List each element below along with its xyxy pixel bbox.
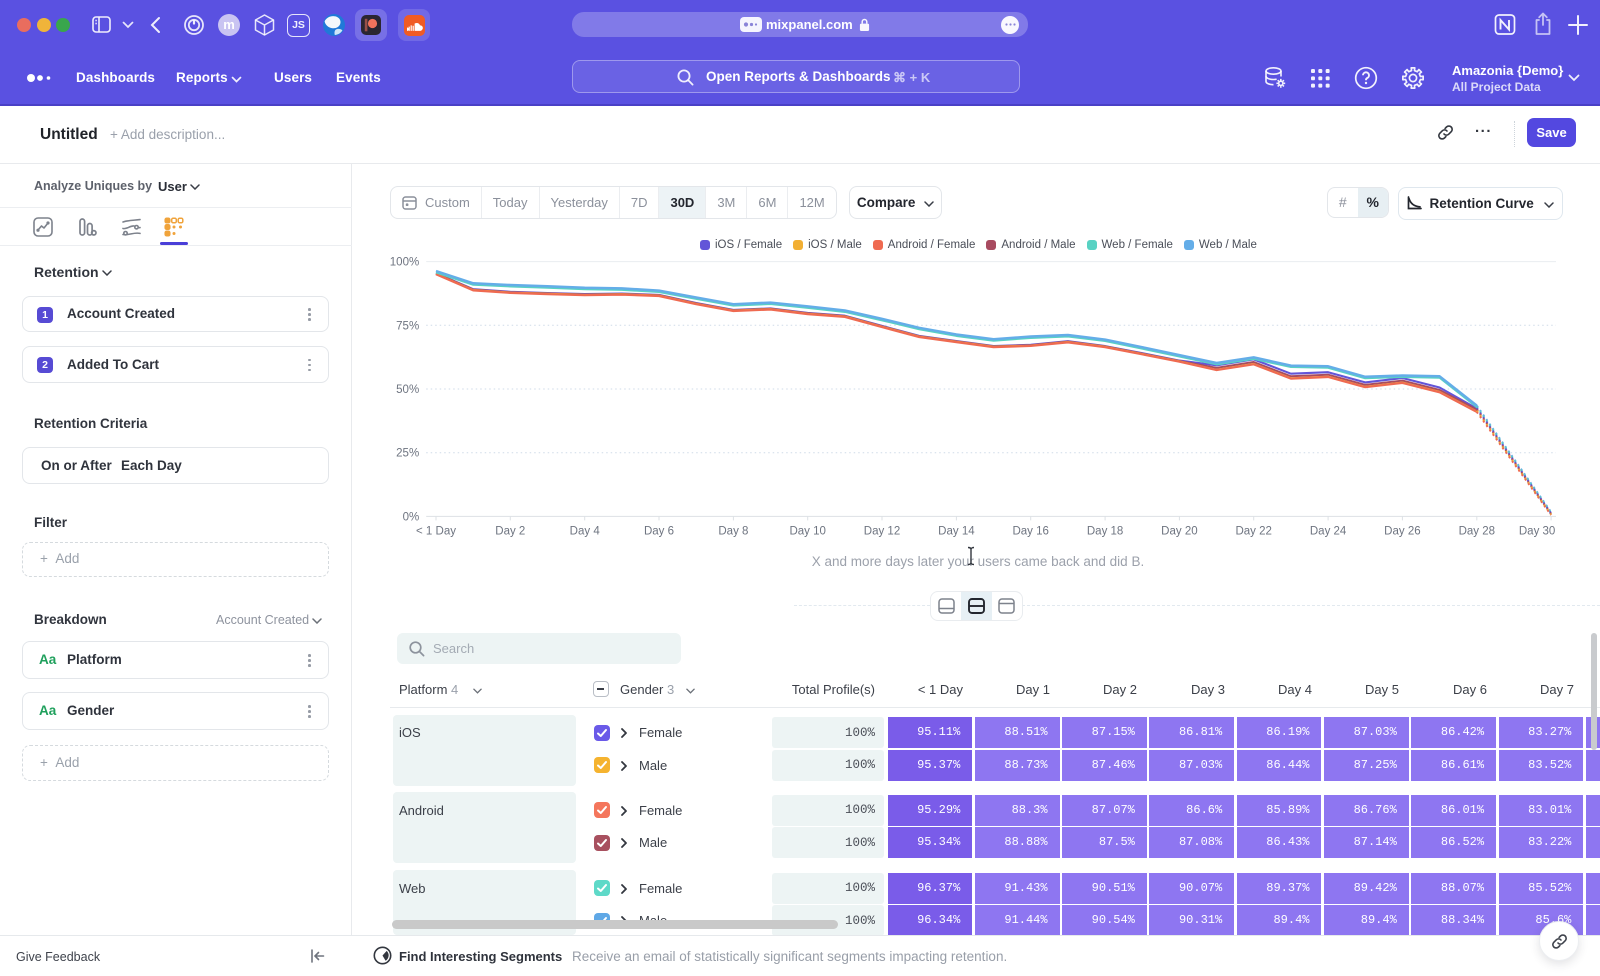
svg-text:Day 6: Day 6 xyxy=(644,525,674,537)
svg-text:25%: 25% xyxy=(396,448,419,460)
svg-text:Day 30: Day 30 xyxy=(1519,525,1555,537)
svg-text:Day 18: Day 18 xyxy=(1087,525,1123,537)
svg-text:Day 16: Day 16 xyxy=(1012,525,1048,537)
svg-text:Day 28: Day 28 xyxy=(1459,525,1495,537)
svg-text:Day 12: Day 12 xyxy=(864,525,900,537)
svg-text:75%: 75% xyxy=(396,320,419,332)
svg-text:Day 20: Day 20 xyxy=(1161,525,1197,537)
svg-text:50%: 50% xyxy=(396,384,419,396)
svg-text:Day 24: Day 24 xyxy=(1310,525,1347,537)
svg-text:100%: 100% xyxy=(390,257,419,269)
svg-text:< 1 Day: < 1 Day xyxy=(416,525,456,537)
svg-text:0%: 0% xyxy=(403,511,420,523)
svg-text:Day 10: Day 10 xyxy=(789,525,825,537)
svg-text:Day 2: Day 2 xyxy=(495,525,525,537)
svg-text:Day 26: Day 26 xyxy=(1384,525,1420,537)
svg-text:Day 22: Day 22 xyxy=(1235,525,1271,537)
svg-text:Day 8: Day 8 xyxy=(718,525,748,537)
svg-text:Day 4: Day 4 xyxy=(570,525,601,537)
svg-text:Day 14: Day 14 xyxy=(938,525,975,537)
